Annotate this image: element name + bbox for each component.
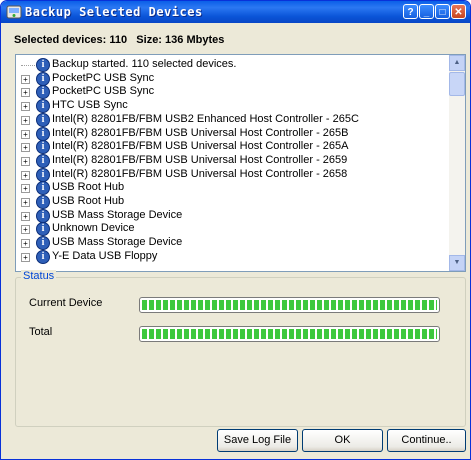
- backup-dialog: Backup Selected Devices ? _ □ ✕ Selected…: [0, 0, 471, 460]
- info-icon: i: [36, 167, 50, 182]
- minimize-icon[interactable]: _: [419, 4, 434, 19]
- list-item[interactable]: + i HTC USB Sync: [16, 99, 446, 114]
- expand-icon[interactable]: +: [21, 74, 30, 84]
- selection-summary: Selected devices: 110 Size: 136 Mbytes: [14, 34, 225, 46]
- info-icon: i: [36, 236, 50, 251]
- tree-connector: [21, 65, 35, 66]
- ok-button[interactable]: OK: [302, 429, 383, 452]
- continue-button[interactable]: Continue..: [387, 429, 466, 452]
- expand-icon[interactable]: +: [21, 88, 30, 98]
- expand-icon[interactable]: +: [21, 225, 30, 235]
- expand-icon[interactable]: +: [21, 252, 30, 262]
- list-item[interactable]: + i PocketPC USB Sync: [16, 85, 446, 100]
- info-icon: i: [36, 140, 50, 155]
- info-icon: i: [36, 208, 50, 223]
- expand-icon[interactable]: +: [21, 211, 30, 221]
- list-item-label: Intel(R) 82801FB/FBM USB2 Enhanced Host …: [52, 112, 359, 125]
- list-item-label: PocketPC USB Sync: [52, 71, 155, 84]
- list-item-label: Intel(R) 82801FB/FBM USB Universal Host …: [52, 140, 349, 153]
- list-item[interactable]: + i Intel(R) 82801FB/FBM USB Universal Hos…: [16, 167, 446, 182]
- backup-icon: [6, 5, 22, 19]
- status-group-label: Status: [21, 270, 57, 282]
- list-item-label: Intel(R) 82801FB/FBM USB Universal Host …: [52, 153, 348, 166]
- list-item[interactable]: + i USB Mass Storage Device: [16, 236, 446, 251]
- expand-icon[interactable]: +: [21, 184, 30, 194]
- info-icon: i: [36, 112, 50, 127]
- list-item[interactable]: + i Unknown Device: [16, 222, 446, 237]
- info-icon: i: [36, 58, 50, 72]
- list-item-label: HTC USB Sync: [52, 99, 128, 112]
- list-item[interactable]: + i Y-E Data USB Floppy: [16, 249, 446, 264]
- list-item[interactable]: + i USB Mass Storage Device: [16, 208, 446, 223]
- close-icon[interactable]: ✕: [451, 4, 466, 19]
- info-icon: i: [36, 195, 50, 209]
- total-progress-bar: [139, 326, 440, 342]
- scroll-thumb[interactable]: [449, 72, 465, 96]
- list-item-label: Y-E Data USB Floppy: [52, 249, 158, 262]
- info-icon: i: [36, 249, 50, 264]
- window-title: Backup Selected Devices: [25, 5, 203, 19]
- info-icon: i: [36, 181, 50, 196]
- info-icon: i: [36, 85, 50, 100]
- maximize-icon[interactable]: □: [435, 4, 450, 19]
- expand-icon[interactable]: +: [21, 129, 30, 139]
- info-icon: i: [36, 153, 50, 168]
- expand-icon[interactable]: +: [21, 198, 30, 207]
- list-item[interactable]: + i Intel(R) 82801FB/FBM USB2 Enhanced Hos…: [16, 112, 446, 127]
- list-item[interactable]: + i USB Root Hub: [16, 181, 446, 196]
- list-item[interactable]: i Backup started. 110 selected devices.: [16, 58, 446, 72]
- info-icon: i: [36, 222, 50, 237]
- vertical-scrollbar[interactable]: ▲ ▼: [449, 55, 465, 271]
- expand-icon[interactable]: +: [21, 115, 30, 125]
- expand-icon[interactable]: +: [21, 102, 30, 112]
- list-item-label: Unknown Device: [52, 222, 135, 235]
- info-icon: i: [36, 126, 50, 141]
- total-label: Total: [29, 326, 53, 338]
- list-item-label: USB Mass Storage Device: [52, 208, 183, 221]
- list-item-label: Intel(R) 82801FB/FBM USB Universal Host …: [52, 167, 348, 180]
- scroll-up-icon[interactable]: ▲: [449, 55, 465, 71]
- list-item[interactable]: + i Intel(R) 82801FB/FBM USB Universal Hos…: [16, 153, 446, 168]
- scroll-down-icon[interactable]: ▼: [449, 255, 465, 271]
- expand-icon[interactable]: +: [21, 143, 30, 153]
- total-progress-fill: [142, 329, 437, 339]
- current-device-label: Current Device: [29, 297, 103, 309]
- help-icon[interactable]: ?: [403, 4, 418, 19]
- expand-icon[interactable]: +: [21, 170, 30, 180]
- info-icon: i: [36, 99, 50, 114]
- current-device-progress-bar: [139, 297, 440, 313]
- info-icon: i: [36, 71, 50, 86]
- list-item-label: USB Root Hub: [52, 181, 125, 194]
- title-bar[interactable]: Backup Selected Devices ? _ □ ✕: [1, 1, 470, 23]
- list-item-label: PocketPC USB Sync: [52, 85, 155, 98]
- current-device-progress-fill: [142, 300, 437, 310]
- list-item-label: USB Mass Storage Device: [52, 236, 183, 249]
- list-item[interactable]: + i Intel(R) 82801FB/FBM USB Universal Hos…: [16, 140, 446, 155]
- list-item[interactable]: + i USB Root Hub: [16, 195, 446, 209]
- list-item-label: Backup started. 110 selected devices.: [52, 58, 237, 70]
- list-item-label: Intel(R) 82801FB/FBM USB Universal Host …: [52, 126, 349, 139]
- list-item[interactable]: + i PocketPC USB Sync: [16, 71, 446, 86]
- list-item[interactable]: + i Intel(R) 82801FB/FBM USB Universal Hos…: [16, 126, 446, 141]
- backup-log-list[interactable]: i Backup started. 110 selected devices. + i…: [15, 54, 466, 272]
- expand-icon[interactable]: +: [21, 239, 30, 249]
- list-item-label: USB Root Hub: [52, 195, 125, 207]
- expand-icon[interactable]: +: [21, 156, 30, 166]
- save-log-file-button[interactable]: Save Log File: [217, 429, 298, 452]
